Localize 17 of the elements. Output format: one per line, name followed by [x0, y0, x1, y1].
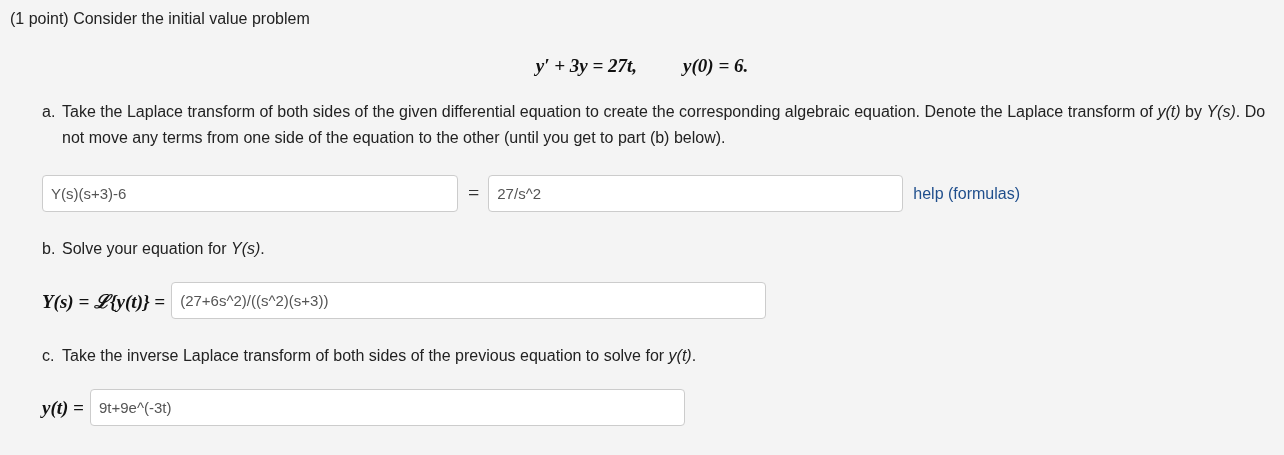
part-label: b. [42, 239, 57, 259]
problem-intro: (1 point) Consider the initial value problem [10, 9, 311, 29]
initial-condition: y(0) = 6. [683, 55, 749, 77]
answer-field[interactable]: 27/s^2 [488, 175, 904, 212]
equals-sign: = [468, 182, 480, 205]
answer-field[interactable]: 9t+9e^(-3t) [89, 389, 685, 426]
part-instructions: Solve your equation for Y(s). [62, 239, 266, 259]
help-link[interactable]: help (formulas) [913, 184, 1020, 203]
part-label: c. [42, 346, 56, 366]
part-instructions: Take the inverse Laplace transform of both sides of the previous equation to solve for y(t). [62, 346, 698, 366]
answer-prefix: y(t) = [42, 396, 84, 419]
part-label: a. [42, 102, 57, 122]
part-instructions: Take the Laplace transform of both sides of the given differential equation to create the corresponding algebraic equation. Denote the Laplace transform of y(t) by Y(s). Do not move any terms from one side of the equation to the other (until you get to part (b) below). [62, 102, 1267, 148]
answer-prefix: Y(s) = ℒ{y(t)} = [42, 289, 166, 314]
answer-field[interactable]: (27+6s^2)/((s^2)(s+3)) [171, 282, 767, 319]
answer-field[interactable]: Y(s)(s+3)-6 [42, 175, 458, 212]
equation: y′ + 3y = 27t, [535, 55, 638, 77]
